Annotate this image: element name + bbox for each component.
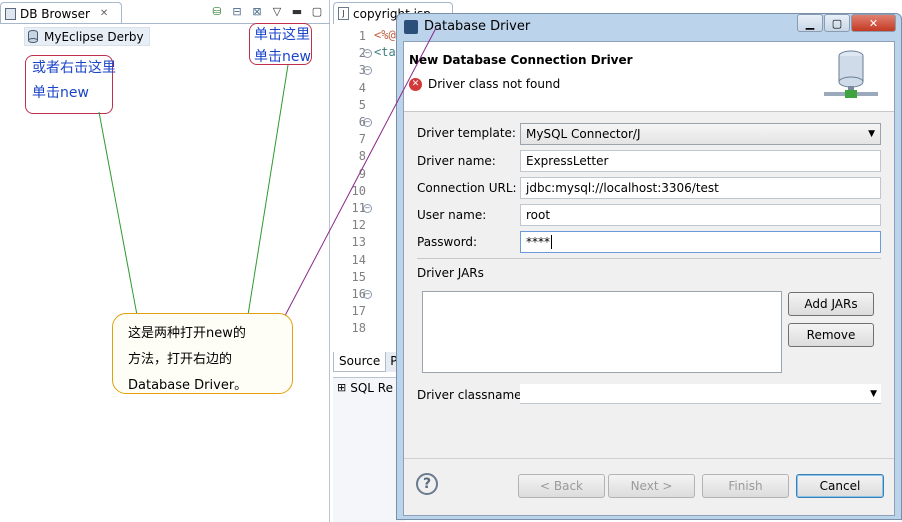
annotation-callout-right-line1: 单击这里 <box>254 27 310 43</box>
driver-classname-label: Driver classname: <box>417 388 526 402</box>
driver-template-select[interactable]: MySQL Connector/J ▼ <box>520 123 881 145</box>
annotation-bubble-line2: 方法，打开右边的 <box>128 352 233 367</box>
error-message: ✕ Driver class not found <box>409 77 560 91</box>
error-x-icon: ✕ <box>409 77 422 91</box>
password-field[interactable]: **** <box>520 231 881 253</box>
close-icon[interactable]: ✕ <box>100 8 108 19</box>
source-tab[interactable]: Source <box>333 352 387 372</box>
driver-classname-select[interactable]: ▼ <box>520 384 881 404</box>
connection-url-field[interactable]: jdbc:mysql://localhost:3306/test <box>520 177 881 199</box>
connection-url-label: Connection URL: <box>417 181 517 195</box>
back-button[interactable]: < Back <box>518 474 605 498</box>
database-view-icon <box>5 7 16 20</box>
help-question-icon[interactable]: ? <box>416 473 438 495</box>
line-number: 17 <box>351 304 366 319</box>
sql-results-tab[interactable]: ⊞ SQL Re <box>337 381 393 395</box>
window-controls: ▁ ▢ ✕ <box>797 14 896 32</box>
driver-template-label: Driver template: <box>417 126 516 140</box>
dropdown-arrow-icon: ▼ <box>868 129 875 139</box>
line-number: 9 <box>358 166 366 181</box>
tree-item-myeclipse-derby[interactable]: MyEclipse Derby <box>24 27 150 46</box>
driver-template-value: MySQL Connector/J <box>526 127 641 141</box>
annotation-bubble-line3: Database Driver。 <box>128 378 248 393</box>
dropdown-arrow-icon: ▼ <box>870 388 877 399</box>
line-number: 14 <box>351 252 366 267</box>
line-number: 5 <box>358 97 366 112</box>
annotation-callout-left-line2: 单击new <box>32 85 89 101</box>
next-button[interactable]: Next > <box>608 474 695 498</box>
remove-button[interactable]: Remove <box>788 323 874 347</box>
fold-toggle-icon[interactable]: − <box>363 290 372 299</box>
tree-item-label: MyEclipse Derby <box>44 29 144 44</box>
myeclipse-logo-icon <box>404 19 418 34</box>
add-jars-button[interactable]: Add JARs <box>788 292 874 316</box>
line-number: 4 <box>358 80 366 95</box>
user-name-field[interactable]: root <box>520 204 881 226</box>
cancel-button[interactable]: Cancel <box>796 474 884 498</box>
driver-jars-label: Driver JARs <box>417 266 484 280</box>
annotation-bubble-line1: 这是两种打开new的 <box>128 326 246 341</box>
db-browser-toolbar: ⛁ ⊟ ⊠ ▽ ▬ ▢ <box>210 4 324 18</box>
text-cursor <box>551 235 552 249</box>
driver-name-label: Driver name: <box>417 154 496 168</box>
line-number: 1 <box>358 29 366 43</box>
dialog-titlebar: Database Driver <box>404 19 530 34</box>
password-value: **** <box>526 235 550 249</box>
driver-jars-list[interactable] <box>422 291 782 373</box>
user-name-label: User name: <box>417 208 487 222</box>
footer-separator <box>404 458 894 459</box>
error-message-text: Driver class not found <box>428 77 561 91</box>
finish-button[interactable]: Finish <box>702 474 789 498</box>
sql-results-tab-label: SQL Re <box>350 381 393 395</box>
view-menu-icon[interactable]: ▽ <box>270 4 284 18</box>
form-separator <box>417 258 881 259</box>
line-number: 8 <box>358 149 366 164</box>
db-browser-tab[interactable]: DB Browser ✕ <box>0 2 122 24</box>
line-number: 12 <box>351 218 366 233</box>
password-label: Password: <box>417 235 478 249</box>
code-line-1: <%@ <box>374 28 396 42</box>
dialog-title: Database Driver <box>424 19 531 34</box>
fold-toggle-icon[interactable]: − <box>363 204 372 213</box>
db-browser-tab-label: DB Browser <box>20 6 90 21</box>
driver-name-field[interactable]: ExpressLetter <box>520 150 881 172</box>
minimize-icon[interactable]: ▬ <box>290 4 304 18</box>
open-connection-icon[interactable]: ⊟ <box>230 4 244 18</box>
fold-toggle-icon[interactable]: − <box>363 118 372 127</box>
window-maximize-button[interactable]: ▢ <box>824 14 850 32</box>
database-cylinder-icon <box>28 30 38 43</box>
annotation-callout-right-line2: 单击new <box>254 49 311 65</box>
line-number: 15 <box>351 269 366 284</box>
code-line-2: <ta <box>374 45 396 59</box>
window-minimize-button[interactable]: ▁ <box>797 14 823 32</box>
new-connection-icon[interactable]: ⛁ <box>210 4 224 18</box>
annotation-callout-left-line1: 或者右击这里 <box>32 60 116 76</box>
table-icon: ⊞ <box>337 381 347 394</box>
line-number: 7 <box>358 132 366 147</box>
jsp-file-icon: J <box>338 7 349 20</box>
maximize-icon[interactable]: ▢ <box>310 4 324 18</box>
line-number: 13 <box>351 235 366 250</box>
database-connection-icon <box>824 50 878 98</box>
dialog-header-title: New Database Connection Driver <box>409 53 633 67</box>
line-number: 10 <box>351 183 366 198</box>
sql-results-panel <box>333 377 405 522</box>
close-connection-icon[interactable]: ⊠ <box>250 4 264 18</box>
line-number: 18 <box>351 321 366 336</box>
window-close-button[interactable]: ✕ <box>851 14 896 32</box>
